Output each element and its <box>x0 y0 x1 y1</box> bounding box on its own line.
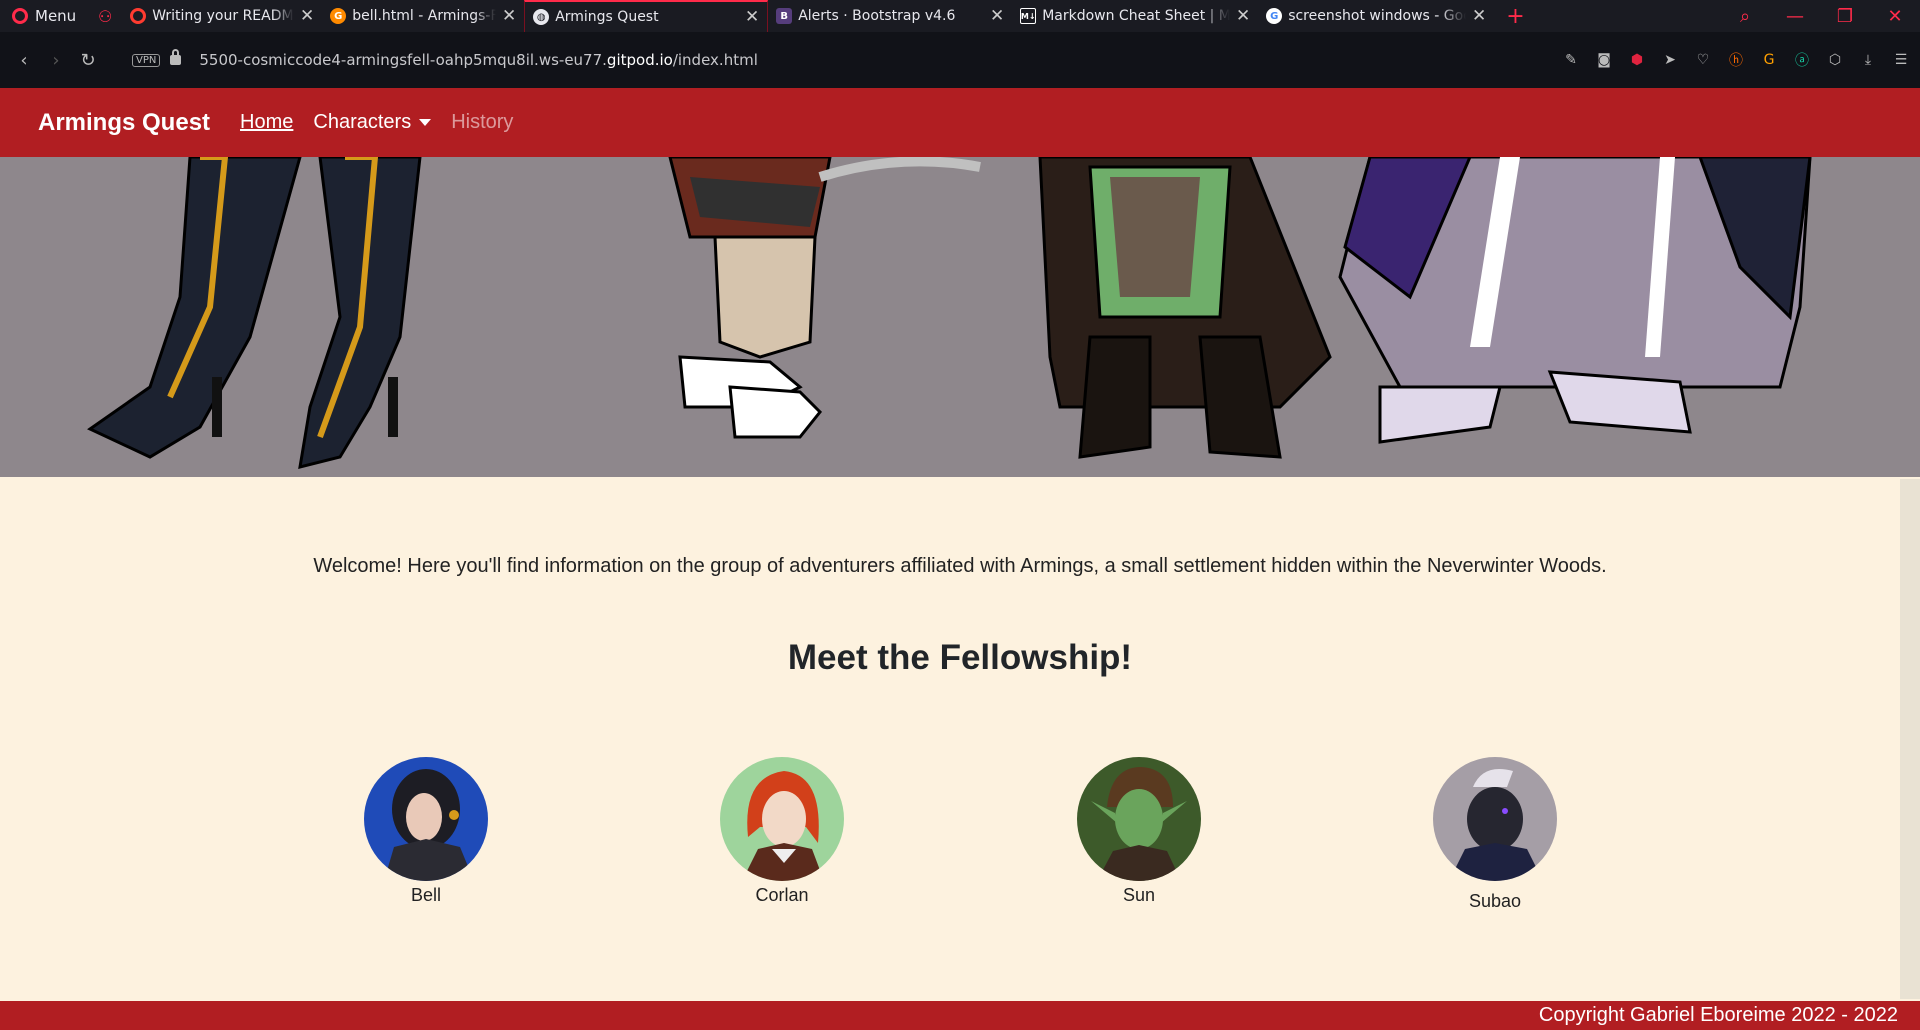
url-field[interactable]: 5500-cosmiccode4-armingsfell-oahp5mqu8il… <box>199 51 758 69</box>
send-icon[interactable]: ➤ <box>1661 51 1679 69</box>
bootstrap-icon: B <box>776 8 793 24</box>
close-tab-icon[interactable]: ✕ <box>1236 6 1250 26</box>
grammarly-icon[interactable]: ⓐ <box>1793 51 1811 69</box>
opera-icon <box>130 8 147 24</box>
character-card-corlan[interactable]: Corlan <box>717 757 847 906</box>
vpn-badge[interactable]: VPN <box>132 53 161 67</box>
extensions-toolbar: ✎ ◙ ⬢ ➤ ♡ ⓗ G ⓐ ⬡ ⤓ ☰ <box>1562 32 1910 88</box>
tab-bell-html[interactable]: G bell.html - Armings-Fellow ✕ <box>322 0 524 32</box>
markdown-icon: M↓ <box>1020 8 1037 24</box>
nav-home-link[interactable]: Home <box>240 111 293 134</box>
google-icon: G <box>1266 8 1283 24</box>
tab-title: Armings Quest <box>555 9 659 25</box>
search-tabs-icon[interactable]: ⌕ <box>1720 6 1770 27</box>
gx-control-icon[interactable]: ⚇ <box>88 7 122 26</box>
sun-portrait-image <box>1077 757 1201 881</box>
opera-menu-button[interactable]: Menu <box>0 0 88 32</box>
character-name[interactable]: Sun <box>1123 885 1155 905</box>
subao-portrait-image <box>1433 757 1557 881</box>
orc-figure <box>1038 157 1332 459</box>
close-tab-icon[interactable]: ✕ <box>745 7 759 27</box>
url-prefix: 5500-cosmiccode4-armingsfell-oahp5mqu8il… <box>199 51 607 69</box>
heart-icon[interactable]: ♡ <box>1694 51 1712 69</box>
armored-legs-figure <box>87 157 422 470</box>
tab-bootstrap-alerts[interactable]: B Alerts · Bootstrap v4.6 ✕ <box>768 0 1012 32</box>
tab-markdown-cheatsheet[interactable]: M↓ Markdown Cheat Sheet | M ✕ <box>1012 0 1258 32</box>
restore-icon[interactable]: ❐ <box>1820 6 1870 27</box>
cube-icon[interactable]: ⬡ <box>1826 51 1844 69</box>
avatar[interactable] <box>1433 757 1557 881</box>
fellowship-heading: Meet the Fellowship! <box>787 638 1133 677</box>
bell-portrait-image <box>364 757 488 881</box>
easy-setup-icon[interactable]: ☰ <box>1892 51 1910 69</box>
close-tab-icon[interactable]: ✕ <box>300 6 314 26</box>
barefoot-figure <box>668 157 981 439</box>
close-window-icon[interactable]: ✕ <box>1870 6 1920 27</box>
nav-history-link[interactable]: History <box>451 111 513 134</box>
caret-down-icon <box>419 119 432 127</box>
tab-title: bell.html - Armings-Fellow <box>352 8 496 24</box>
tab-title: Alerts · Bootstrap v4.6 <box>798 8 956 24</box>
address-bar-row: ‹ › ↻ VPN 5500-cosmiccode4-armingsfell-o… <box>0 32 1920 88</box>
character-name[interactable]: Corlan <box>755 885 808 905</box>
new-tab-icon[interactable]: + <box>1494 4 1536 29</box>
hero-artwork <box>87 157 1812 470</box>
browser-tab-bar: Menu ⚇ Writing your README - Ma ✕ G bell… <box>0 0 1920 32</box>
corlan-portrait-image <box>720 757 844 881</box>
close-tab-icon[interactable]: ✕ <box>1472 6 1486 26</box>
download-icon[interactable]: ⤓ <box>1859 51 1877 69</box>
tab-writing-readme[interactable]: Writing your README - Ma ✕ <box>122 0 322 32</box>
avatar[interactable] <box>1077 757 1201 881</box>
snapshot-edit-icon[interactable]: ✎ <box>1562 51 1580 69</box>
url-domain: gitpod.io <box>606 51 673 69</box>
site-footer: Copyright Gabriel Eboreime 2022 - 2022 <box>0 1001 1920 1030</box>
character-card-sun[interactable]: Sun <box>1074 757 1204 906</box>
tab-armings-quest[interactable]: ◍ Armings Quest ✕ <box>524 0 769 32</box>
robed-figure <box>1338 157 1812 444</box>
nav-characters-label: Characters <box>313 111 412 133</box>
hero-banner-image <box>0 157 1920 477</box>
globe-icon: ◍ <box>533 9 550 25</box>
menu-label: Menu <box>35 7 77 25</box>
character-name[interactable]: Subao <box>1430 891 1560 912</box>
character-card-bell[interactable]: Bell <box>361 757 491 906</box>
nav-characters-dropdown[interactable]: Characters <box>313 111 432 134</box>
url-path: /index.html <box>672 51 758 69</box>
tab-title: screenshot windows - Goo <box>1288 8 1466 24</box>
gitpod-icon: G <box>330 8 347 24</box>
character-card-subao[interactable]: Subao <box>1430 757 1560 912</box>
avatar[interactable] <box>364 757 488 881</box>
honey-extension-icon[interactable]: ⓗ <box>1727 51 1745 69</box>
reload-icon[interactable]: ↻ <box>72 50 104 71</box>
gitpod-extension-icon[interactable]: G <box>1760 51 1778 69</box>
avatar[interactable] <box>720 757 844 881</box>
camera-icon[interactable]: ◙ <box>1595 51 1613 69</box>
back-icon[interactable]: ‹ <box>8 50 40 71</box>
tab-title: Writing your README - Ma <box>152 8 294 24</box>
page-scrollbar[interactable] <box>1900 479 1920 999</box>
welcome-text: Welcome! Here you'll find information on… <box>313 555 1607 577</box>
minimize-icon[interactable]: — <box>1770 6 1820 27</box>
window-controls: ⌕ — ❐ ✕ <box>1720 0 1920 32</box>
opera-logo-icon <box>12 8 28 24</box>
site-navbar: Armings Quest Home Characters History <box>0 88 1920 157</box>
lock-icon[interactable] <box>170 49 182 65</box>
shield-icon[interactable]: ⬢ <box>1628 51 1646 69</box>
close-tab-icon[interactable]: ✕ <box>502 6 516 26</box>
forward-icon[interactable]: › <box>40 50 72 71</box>
tab-google-search[interactable]: G screenshot windows - Goo ✕ <box>1258 0 1494 32</box>
site-brand[interactable]: Armings Quest <box>38 109 210 137</box>
tab-title: Markdown Cheat Sheet | M <box>1042 8 1230 24</box>
character-name[interactable]: Bell <box>411 885 441 905</box>
close-tab-icon[interactable]: ✕ <box>990 6 1004 26</box>
